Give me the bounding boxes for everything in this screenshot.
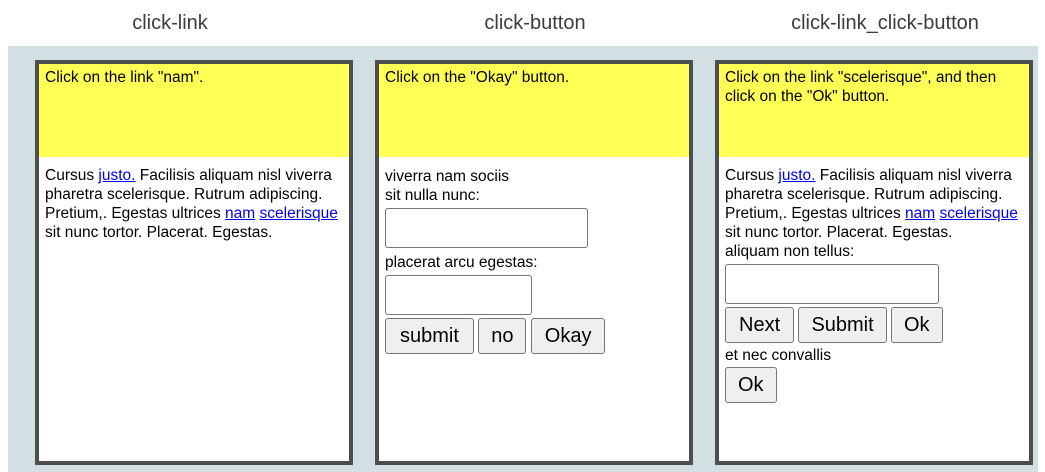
task-body: viverra nam sociis sit nulla nunc: place… xyxy=(379,157,689,360)
field-label: et nec convallis xyxy=(725,347,831,364)
field-label: placerat arcu egestas: xyxy=(385,254,538,271)
link-justo[interactable]: justo. xyxy=(98,167,135,184)
link-justo[interactable]: justo. xyxy=(778,167,815,184)
task-query: Click on the "Okay" button. xyxy=(379,64,689,157)
body-text: sit nunc tortor. Placerat. Egestas. xyxy=(45,224,273,241)
button-row: Next Submit Ok xyxy=(725,307,1023,343)
task-panel-click-button: Click on the "Okay" button. viverra nam … xyxy=(375,60,693,465)
field-label: aliquam non tellus: xyxy=(725,243,855,260)
text-input[interactable] xyxy=(385,275,532,315)
text-input[interactable] xyxy=(725,264,939,304)
link-scelerisque[interactable]: scelerisque xyxy=(260,205,338,222)
no-button[interactable]: no xyxy=(478,318,527,354)
ok-button-secondary[interactable]: Ok xyxy=(725,367,777,403)
task-query: Click on the link "scelerisque", and the… xyxy=(719,64,1029,157)
button-row: submit no Okay xyxy=(385,318,683,354)
task-body: Cursus justo. Facilisis aliquam nisl viv… xyxy=(719,157,1029,409)
link-nam[interactable]: nam xyxy=(905,205,935,222)
column-title-click-button: click-button xyxy=(484,12,586,34)
task-panel-click-link: Click on the link "nam". Cursus justo. F… xyxy=(35,60,353,465)
task-panel-click-link-click-button: Click on the link "scelerisque", and the… xyxy=(715,60,1033,465)
submit-button[interactable]: Submit xyxy=(798,307,887,343)
ok-button[interactable]: Ok xyxy=(891,307,943,343)
link-nam[interactable]: nam xyxy=(225,205,255,222)
task-query: Click on the link "nam". xyxy=(39,64,349,157)
text-input[interactable] xyxy=(385,208,588,248)
submit-button[interactable]: submit xyxy=(385,318,474,354)
field-label: sit nulla nunc: xyxy=(385,187,480,204)
link-scelerisque[interactable]: scelerisque xyxy=(940,205,1018,222)
okay-button[interactable]: Okay xyxy=(530,318,606,354)
column-title-click-link: click-link xyxy=(132,12,208,34)
body-text: Cursus xyxy=(45,167,99,184)
task-body: Cursus justo. Facilisis aliquam nisl viv… xyxy=(39,157,349,248)
next-button[interactable]: Next xyxy=(725,307,795,343)
field-label: viverra nam sociis xyxy=(385,168,510,185)
column-title-click-link-click-button: click-link_click-button xyxy=(791,12,979,34)
button-row: Ok xyxy=(725,367,1023,403)
body-text: sit nunc tortor. Placerat. Egestas. xyxy=(725,224,953,241)
paragraph: Cursus justo. Facilisis aliquam nisl viv… xyxy=(725,166,1023,242)
body-text: Cursus xyxy=(725,167,779,184)
